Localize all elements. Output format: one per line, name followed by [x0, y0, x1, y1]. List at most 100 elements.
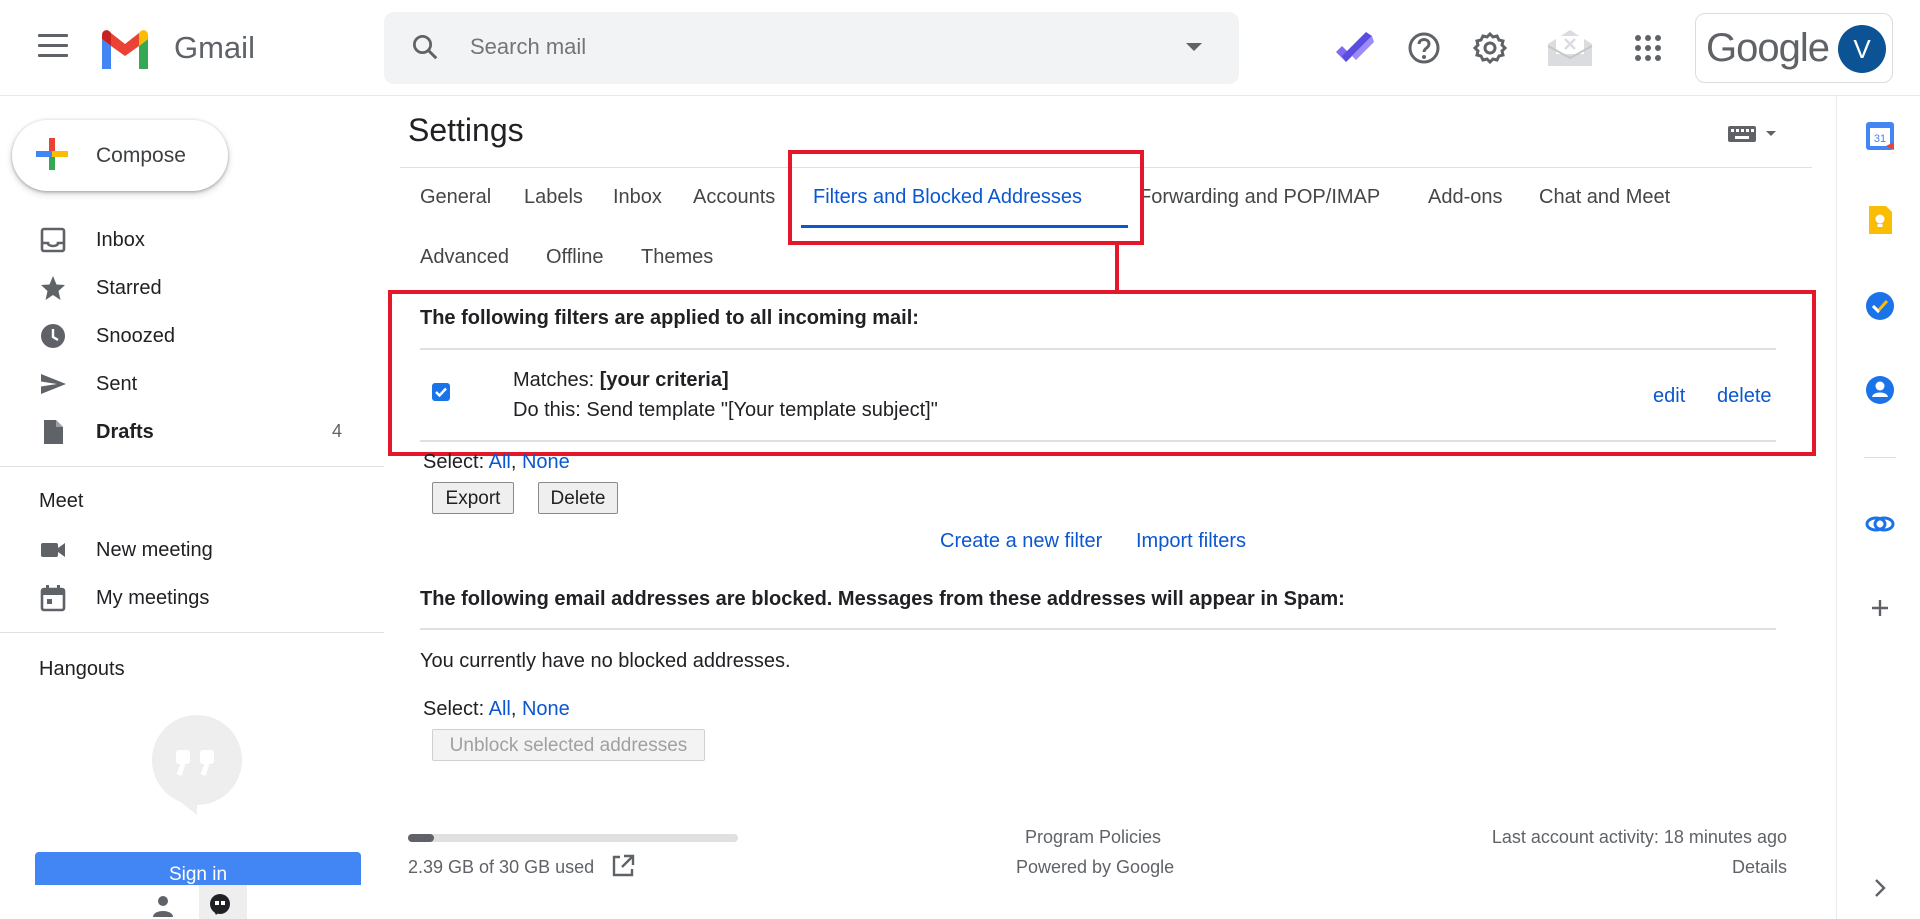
- edit-filter-link[interactable]: edit: [1653, 385, 1685, 408]
- google-keep-icon[interactable]: [1864, 204, 1896, 236]
- filter-action: Do this: Send template "[Your template s…: [513, 399, 938, 421]
- inbox-icon: [40, 227, 66, 253]
- blocked-divider: [420, 628, 1776, 630]
- tab-inbox[interactable]: Inbox: [613, 186, 662, 209]
- video-camera-icon: [41, 543, 65, 557]
- sidebar-item-drafts[interactable]: Drafts 4: [0, 409, 380, 455]
- help-icon[interactable]: [1400, 24, 1448, 72]
- get-add-ons-plus-icon[interactable]: [1864, 592, 1896, 624]
- tasks-app-icon[interactable]: [1330, 24, 1378, 72]
- hangouts-icon: [210, 894, 230, 915]
- sidebar-item-label: Starred: [96, 277, 162, 299]
- select-label: Select:: [423, 698, 489, 720]
- blocked-empty-message: You currently have no blocked addresses.: [420, 650, 791, 672]
- open-external-icon[interactable]: [610, 853, 636, 879]
- select-separator: ,: [510, 451, 517, 473]
- sidebar-item-label: My meetings: [96, 587, 210, 609]
- settings-gear-icon[interactable]: [1466, 24, 1514, 72]
- compose-plus-icon: [36, 138, 68, 170]
- page-title: Settings: [408, 112, 524, 148]
- sidebar-divider: [0, 466, 384, 467]
- tab-advanced[interactable]: Advanced: [420, 246, 509, 269]
- select-none-link[interactable]: None: [522, 698, 570, 720]
- sidebar-divider: [0, 632, 384, 633]
- unblock-selected-button[interactable]: Unblock selected addresses: [432, 729, 705, 761]
- tab-offline[interactable]: Offline: [546, 246, 603, 269]
- sidebar-item-new-meeting[interactable]: New meeting: [0, 527, 380, 573]
- app-name: Gmail: [174, 30, 255, 65]
- compose-label: Compose: [96, 144, 186, 167]
- sidebar-bottom-bar: [0, 885, 384, 919]
- drafts-count: 4: [331, 421, 342, 441]
- import-filters-link[interactable]: Import filters: [1136, 530, 1246, 553]
- search-input[interactable]: [470, 34, 1120, 60]
- sidebar-item-label: Snoozed: [96, 325, 175, 347]
- calendar-icon: [40, 585, 66, 612]
- program-policies-link[interactable]: Program Policies: [1025, 827, 1161, 848]
- expand-panel-chevron-icon[interactable]: [1864, 872, 1896, 904]
- draft-icon: [44, 420, 63, 444]
- filters-divider: [420, 348, 1776, 350]
- select-all-link[interactable]: All: [489, 451, 511, 473]
- main-menu-icon[interactable]: [38, 34, 68, 60]
- select-all-link[interactable]: All: [489, 698, 511, 720]
- filters-select-row: Select: All, None: [423, 451, 570, 474]
- hangouts-quote-icon: [172, 750, 214, 815]
- avatar[interactable]: V: [1838, 25, 1886, 73]
- sidebar-item-label: Drafts: [96, 421, 154, 443]
- delete-button[interactable]: Delete: [538, 482, 618, 514]
- tab-chat-and-meet[interactable]: Chat and Meet: [1539, 186, 1670, 209]
- hangouts-heading: Hangouts: [39, 658, 125, 680]
- filter-matches-value: [your criteria]: [599, 369, 729, 391]
- sidebar-item-my-meetings[interactable]: My meetings: [0, 575, 380, 621]
- google-calendar-icon[interactable]: 31: [1864, 120, 1896, 152]
- meet-heading: Meet: [39, 490, 84, 512]
- create-new-filter-link[interactable]: Create a new filter: [940, 530, 1102, 553]
- google-brand: Google: [1706, 26, 1830, 70]
- tab-highlight-box: [788, 150, 1144, 245]
- search-icon[interactable]: [410, 32, 440, 62]
- filters-heading: The following filters are applied to all…: [420, 307, 919, 329]
- storage-used-text: 2.39 GB of 30 GB used: [408, 857, 595, 877]
- clock-icon: [41, 324, 65, 348]
- filter-criteria: Matches: [your criteria]: [513, 369, 729, 392]
- storage-progress-bar: [408, 834, 738, 842]
- export-button[interactable]: Export: [432, 482, 514, 514]
- google-tasks-icon[interactable]: [1864, 290, 1896, 322]
- filter-checkbox[interactable]: [432, 383, 450, 401]
- powered-by-google: Powered by Google: [1016, 857, 1175, 877]
- tab-general[interactable]: General: [420, 186, 491, 209]
- last-account-activity: Last account activity: 18 minutes ago: [1491, 827, 1787, 847]
- linked-add-on-icon[interactable]: [1864, 508, 1896, 540]
- sidebar-item-label: Sent: [96, 373, 138, 395]
- delete-filter-link[interactable]: delete: [1717, 385, 1772, 408]
- highlight-connector: [1115, 243, 1119, 291]
- tab-add-ons[interactable]: Add-ons: [1428, 186, 1503, 209]
- tab-accounts[interactable]: Accounts: [693, 186, 775, 209]
- offline-mail-icon[interactable]: [1544, 24, 1596, 72]
- tab-forwarding-pop-imap[interactable]: Forwarding and POP/IMAP: [1139, 186, 1380, 209]
- sidebar-item-sent[interactable]: Sent: [0, 361, 380, 407]
- sidebar-item-label: New meeting: [96, 539, 213, 561]
- sidebar-item-snoozed[interactable]: Snoozed: [0, 313, 380, 359]
- sidebar-item-starred[interactable]: Starred: [0, 265, 380, 311]
- select-separator: ,: [510, 698, 517, 720]
- sidebar-item-inbox[interactable]: Inbox: [0, 217, 380, 263]
- apps-grid-icon[interactable]: [1624, 24, 1672, 72]
- select-label: Select:: [423, 451, 489, 473]
- select-none-link[interactable]: None: [522, 451, 570, 473]
- gmail-logo-icon[interactable]: [98, 27, 152, 69]
- tab-labels[interactable]: Labels: [524, 186, 583, 209]
- filter-matches-prefix: Matches:: [513, 369, 600, 391]
- sidebar-item-label: Inbox: [96, 229, 145, 251]
- contacts-person-icon[interactable]: [150, 893, 176, 919]
- send-icon: [41, 374, 66, 394]
- input-tools-keyboard-icon[interactable]: [1726, 122, 1786, 146]
- filter-row-divider: [420, 440, 1776, 442]
- side-panel-divider: [1864, 457, 1896, 458]
- activity-details-link[interactable]: Details: [1687, 857, 1787, 878]
- tab-themes[interactable]: Themes: [641, 246, 713, 269]
- search-options-icon[interactable]: [1186, 43, 1202, 51]
- google-contacts-icon[interactable]: [1864, 374, 1896, 406]
- storage-progress-fill: [408, 834, 434, 842]
